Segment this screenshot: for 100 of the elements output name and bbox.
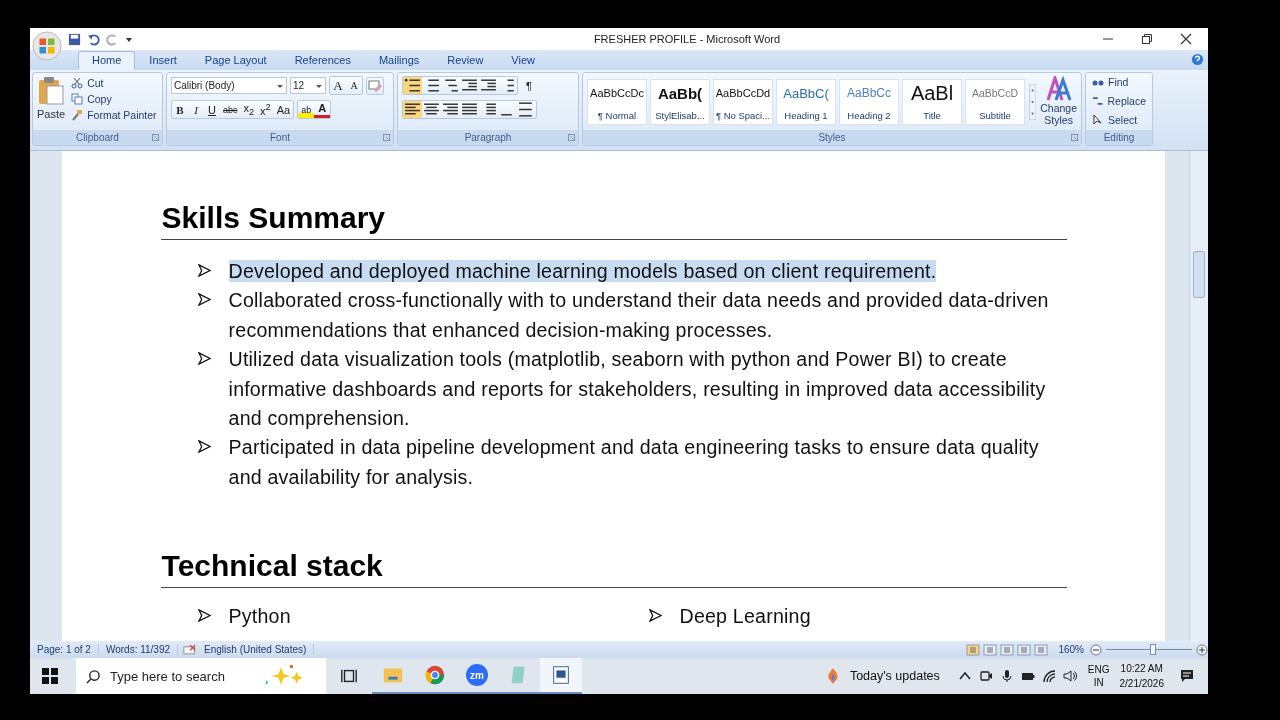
- search-field[interactable]: Type here to search: [110, 668, 260, 684]
- select-button[interactable]: Select: [1090, 113, 1148, 127]
- ribbon-tab[interactable]: Mailings: [364, 51, 434, 70]
- shrink-font-button[interactable]: A: [346, 77, 362, 94]
- style-tile[interactable]: AaBbC( Heading 1: [776, 79, 836, 125]
- format-button[interactable]: abc: [220, 101, 241, 118]
- style-preview: AaBb(: [657, 83, 703, 103]
- bullet-text: Utilized data visualization tools (matplotlib, seaborn with python and Power BI) to create informative dashboards and reports for stakeholders, resulting in improved data accessibility and comprehension.: [228, 347, 1047, 432]
- search-icon[interactable]: [86, 668, 101, 684]
- customize-caret-icon[interactable]: [125, 35, 133, 43]
- format-button[interactable]: x$_{2}$: [240, 101, 258, 118]
- group-label: Clipboard: [76, 132, 119, 143]
- browser-icon: [424, 664, 446, 686]
- format-button[interactable]: Aa: [273, 101, 294, 118]
- style-tile[interactable]: AaBbCcDc ¶ Normal: [587, 79, 647, 125]
- close-icon[interactable]: [1180, 33, 1192, 45]
- zoom-out-icon[interactable]: [1090, 643, 1102, 656]
- clipboard-icon: [37, 76, 66, 106]
- format-button[interactable]: B: [172, 101, 188, 118]
- font-color-button[interactable]: A: [314, 101, 331, 118]
- style-preview: AaBbCcDc: [590, 86, 644, 101]
- taskbar-app[interactable]: zm: [456, 658, 498, 694]
- paste-button[interactable]: Paste: [37, 76, 66, 130]
- scissors-icon: [71, 77, 84, 89]
- bullets-icon[interactable]: [403, 77, 422, 94]
- vertical-scrollbar[interactable]: [1189, 151, 1208, 641]
- news-label[interactable]: Today's updates: [849, 669, 940, 683]
- cut-button[interactable]: Cut: [69, 76, 159, 90]
- styles-letters-icon: [1045, 76, 1072, 102]
- font-name-box[interactable]: Calibri (Body): [171, 77, 287, 94]
- style-tile[interactable]: AaBbCcD Subtitle: [965, 79, 1025, 125]
- style-name: Title: [923, 110, 941, 121]
- group-label: Font: [270, 132, 290, 143]
- style-tile[interactable]: AaBbCc Heading 2: [839, 79, 899, 125]
- change-styles-button[interactable]: Change Styles: [1040, 76, 1077, 130]
- format-button[interactable]: U: [204, 101, 220, 118]
- grow-font-button[interactable]: A: [330, 77, 346, 94]
- ribbon-tab[interactable]: Insert: [135, 51, 191, 70]
- format-painter-button[interactable]: Format Painter: [69, 108, 159, 122]
- group-label: Styles: [818, 132, 846, 143]
- zoom-slider-thumb[interactable]: [1150, 644, 1157, 655]
- font-size-box[interactable]: 12: [290, 77, 326, 94]
- replace-button[interactable]: Replace: [1090, 94, 1148, 108]
- style-tile[interactable]: AaBb( StylElisab...: [650, 79, 710, 125]
- arrow-bullet-icon: [197, 293, 211, 307]
- zoom-in-icon[interactable]: [1196, 643, 1208, 656]
- style-preview: AaBl: [910, 83, 954, 103]
- cursor-icon: [1092, 114, 1104, 126]
- arrow-bullet-icon: [197, 264, 211, 277]
- arrow-bullet-icon: [197, 352, 211, 366]
- copy-button[interactable]: Copy: [69, 92, 159, 106]
- input-language[interactable]: ENG IN: [1087, 663, 1110, 689]
- clock[interactable]: 10:22 AM 2/21/2026: [1119, 661, 1164, 691]
- task-view-icon[interactable]: [340, 667, 358, 685]
- ribbon-tab[interactable]: References: [280, 51, 365, 70]
- format-button[interactable]: x$^{2}$: [257, 101, 274, 118]
- style-preview: AaBbCc: [847, 85, 891, 102]
- wifi-icon[interactable]: [1041, 669, 1056, 683]
- style-name: StylElisab...: [655, 110, 705, 121]
- document-icon: [550, 664, 572, 686]
- find-button[interactable]: Find: [1090, 75, 1148, 89]
- arrow-bullet-icon: [197, 609, 211, 623]
- proofing-icon[interactable]: [183, 644, 198, 655]
- style-name: ¶ No Spaci...: [715, 110, 771, 121]
- camera-icon[interactable]: [978, 669, 993, 683]
- show-marks-button[interactable]: ¶: [521, 77, 537, 94]
- word-count[interactable]: Words: 11/392: [98, 644, 179, 655]
- start-icon[interactable]: [42, 668, 58, 684]
- arrow-bullet-icon: [648, 609, 662, 623]
- help-icon[interactable]: [1191, 53, 1204, 66]
- ribbon-tab[interactable]: View: [497, 51, 549, 70]
- bullet-text: Participated in data pipeline development and data engineering tasks to ensure data quality and availability for analysis.: [228, 435, 1040, 490]
- paintbrush-icon: [71, 109, 84, 121]
- ribbon-tab[interactable]: Page Layout: [190, 51, 281, 70]
- notification-icon[interactable]: [1180, 669, 1194, 683]
- style-name: Heading 2: [847, 110, 891, 121]
- zoom-level[interactable]: 160%: [1058, 644, 1084, 655]
- save-icon[interactable]: [68, 32, 81, 46]
- restore-icon[interactable]: [1141, 33, 1153, 45]
- language-status[interactable]: English (United States): [197, 644, 315, 655]
- undo-icon[interactable]: [87, 32, 100, 46]
- style-preview: AaBbCcDd: [715, 86, 771, 101]
- page-count[interactable]: Page: 1 of 2: [30, 644, 99, 655]
- ribbon-tab[interactable]: Review: [433, 51, 498, 70]
- volume-icon[interactable]: [1062, 669, 1077, 683]
- left-icon[interactable]: [403, 101, 422, 118]
- bullet-text: Deep Learning: [679, 604, 811, 629]
- window-title: FRESHER PROFILE - Microsoft Word: [592, 33, 782, 45]
- format-button[interactable]: I: [188, 101, 204, 118]
- taskbar-app[interactable]: [540, 658, 582, 694]
- style-name: Subtitle: [979, 110, 1011, 121]
- news-flame-icon[interactable]: [825, 667, 840, 685]
- ribbon-tab[interactable]: Home: [78, 51, 136, 70]
- microphone-icon[interactable]: [999, 669, 1014, 683]
- style-name: Heading 1: [784, 110, 828, 121]
- style-tile[interactable]: AaBbCcDd ¶ No Spaci...: [713, 79, 773, 125]
- bullet-text: Python: [228, 604, 291, 629]
- style-tile[interactable]: AaBl Title: [902, 79, 962, 125]
- section-heading: Skills Summary: [160, 189, 1067, 240]
- app-logo: zm: [466, 664, 488, 686]
